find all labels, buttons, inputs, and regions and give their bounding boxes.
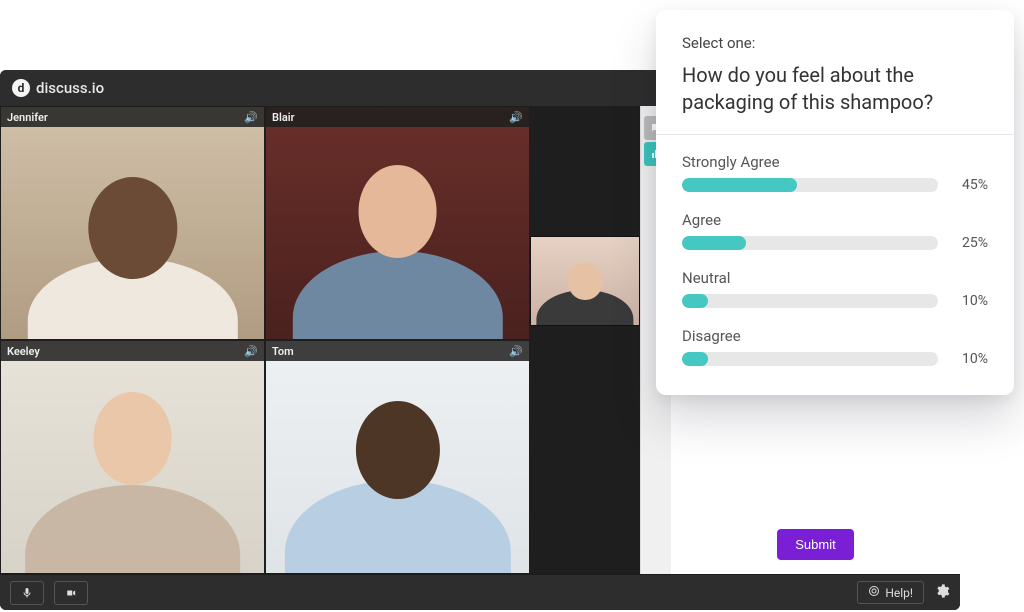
participant-name: Tom xyxy=(272,345,294,358)
help-label: Help! xyxy=(885,586,913,600)
brand: d discuss.io xyxy=(12,79,104,97)
poll-percent: 25% xyxy=(948,235,988,251)
participant-avatar xyxy=(1,341,264,573)
participant-name: Keeley xyxy=(7,345,40,358)
video-grid: Jennifer 🔊 Blair 🔊 xyxy=(0,106,530,574)
poll-question: How do you feel about the packaging of t… xyxy=(682,62,988,116)
poll-option[interactable]: Agree 25% xyxy=(682,211,988,251)
speaker-icon[interactable]: 🔊 xyxy=(244,345,258,358)
participant-name: Blair xyxy=(272,111,295,124)
submit-button[interactable]: Submit xyxy=(777,529,853,560)
camera-button[interactable] xyxy=(54,581,88,605)
side-thumb-column xyxy=(530,106,640,574)
poll-percent: 10% xyxy=(948,293,988,309)
poll-percent: 10% xyxy=(948,351,988,367)
poll-option[interactable]: Disagree 10% xyxy=(682,327,988,367)
poll-bar xyxy=(682,352,938,366)
poll-option-label: Strongly Agree xyxy=(682,153,780,171)
poll-option-label: Disagree xyxy=(682,327,741,345)
video-tile[interactable]: Jennifer 🔊 xyxy=(1,107,264,339)
poll-bar xyxy=(682,178,938,192)
participant-avatar xyxy=(266,341,529,573)
participant-avatar xyxy=(266,107,529,339)
poll-bar-fill xyxy=(682,178,797,192)
video-thumbnail[interactable] xyxy=(530,236,640,326)
microphone-button[interactable] xyxy=(10,581,44,605)
poll-card: Select one: How do you feel about the pa… xyxy=(656,10,1014,395)
video-tile[interactable]: Tom 🔊 xyxy=(266,341,529,573)
tile-label-bar: Jennifer 🔊 xyxy=(1,107,264,127)
poll-kicker: Select one: xyxy=(682,34,988,52)
poll-option[interactable]: Neutral 10% xyxy=(682,269,988,309)
brand-logo-icon: d xyxy=(12,79,30,97)
poll-bar-fill xyxy=(682,236,746,250)
poll-bar-fill xyxy=(682,352,708,366)
poll-bar xyxy=(682,294,938,308)
video-area: Jennifer 🔊 Blair 🔊 xyxy=(0,106,640,574)
speaker-icon[interactable]: 🔊 xyxy=(509,111,523,124)
poll-percent: 45% xyxy=(948,177,988,193)
tile-label-bar: Keeley 🔊 xyxy=(1,341,264,361)
poll-option-label: Agree xyxy=(682,211,721,229)
bottom-bar: Help! xyxy=(0,574,960,610)
poll-bar-fill xyxy=(682,294,708,308)
speaker-icon[interactable]: 🔊 xyxy=(244,111,258,124)
participant-avatar xyxy=(1,107,264,339)
tile-label-bar: Blair 🔊 xyxy=(266,107,529,127)
poll-option-label: Neutral xyxy=(682,269,730,287)
poll-option[interactable]: Strongly Agree 45% xyxy=(682,153,988,193)
poll-bar xyxy=(682,236,938,250)
brand-name: discuss.io xyxy=(36,79,104,97)
life-ring-icon xyxy=(868,585,880,600)
divider xyxy=(656,134,1014,135)
settings-gear-icon[interactable] xyxy=(934,583,950,603)
speaker-icon[interactable]: 🔊 xyxy=(509,345,523,358)
participant-name: Jennifer xyxy=(7,111,48,124)
video-tile[interactable]: Blair 🔊 xyxy=(266,107,529,339)
video-tile[interactable]: Keeley 🔊 xyxy=(1,341,264,573)
help-button[interactable]: Help! xyxy=(857,581,924,604)
tile-label-bar: Tom 🔊 xyxy=(266,341,529,361)
